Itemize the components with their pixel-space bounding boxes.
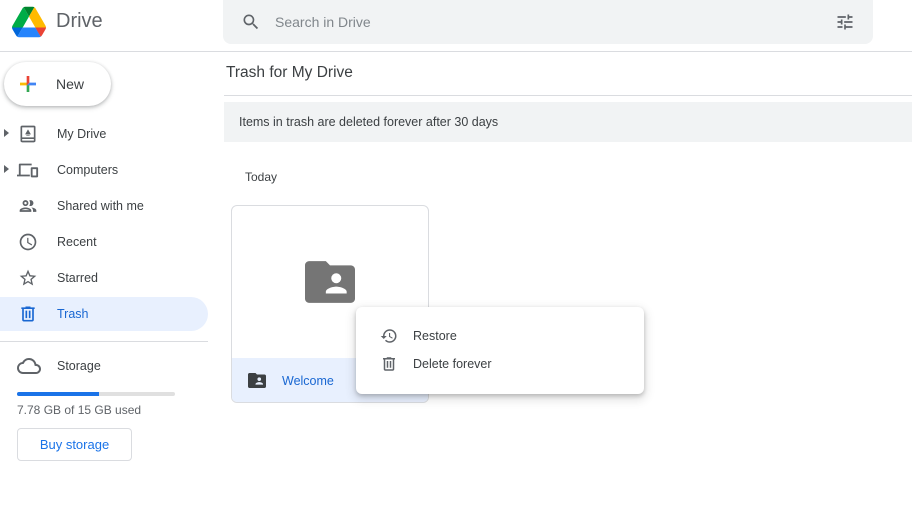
- people-icon: [19, 200, 37, 212]
- context-menu: Restore Delete forever: [356, 307, 644, 394]
- search-bar: [223, 0, 873, 44]
- star-icon: [19, 269, 37, 286]
- expand-caret-icon[interactable]: [4, 165, 9, 173]
- sidebar-item-computers[interactable]: Computers: [0, 153, 208, 187]
- file-name: Welcome: [282, 374, 334, 388]
- section-label-today: Today: [245, 170, 278, 184]
- storage-usage-bar: [17, 392, 175, 396]
- sidebar-item-label: My Drive: [57, 127, 107, 141]
- sidebar-item-recent[interactable]: Recent: [0, 225, 208, 259]
- sidebar-item-starred[interactable]: Starred: [0, 261, 208, 295]
- page-title[interactable]: Trash for My Drive: [226, 64, 353, 82]
- sidebar-divider: [0, 341, 208, 342]
- storage-usage-fill: [17, 392, 99, 396]
- header: Drive: [0, 0, 912, 52]
- shared-folder-icon: [305, 261, 355, 303]
- trash-info-banner: Items in trash are deleted forever after…: [224, 102, 912, 142]
- brand-name: Drive: [56, 10, 103, 32]
- search-input[interactable]: [275, 0, 815, 44]
- clock-icon: [19, 233, 37, 251]
- my-drive-icon: [20, 125, 36, 143]
- search-icon[interactable]: [241, 12, 261, 32]
- shared-folder-icon: [248, 373, 266, 388]
- restore-icon: [380, 329, 397, 343]
- tune-icon[interactable]: [835, 12, 855, 32]
- sidebar-item-label: Computers: [57, 163, 119, 177]
- new-button[interactable]: New: [4, 62, 111, 106]
- menu-item-label: Restore: [413, 329, 457, 343]
- computers-icon: [17, 163, 39, 178]
- storage-usage-text: 7.78 GB of 15 GB used: [17, 403, 142, 417]
- sidebar-item-label: Starred: [57, 271, 98, 285]
- sidebar-item-label: Recent: [57, 235, 97, 249]
- plus-icon: [20, 76, 36, 92]
- sidebar-item-shared-with-me[interactable]: Shared with me: [0, 189, 208, 223]
- trash-icon: [383, 357, 395, 371]
- banner-text: Items in trash are deleted forever after…: [239, 115, 499, 129]
- sidebar-item-my-drive[interactable]: My Drive: [0, 117, 208, 151]
- cloud-icon: [17, 358, 41, 374]
- drive-logo-icon[interactable]: [12, 6, 46, 38]
- expand-caret-icon[interactable]: [4, 129, 9, 137]
- trash-icon: [21, 306, 35, 322]
- menu-item-label: Delete forever: [413, 357, 492, 371]
- menu-item-delete-forever[interactable]: Delete forever: [356, 349, 644, 377]
- buy-storage-button[interactable]: Buy storage: [17, 428, 132, 461]
- drive-app: Drive New My Drive: [0, 0, 912, 511]
- storage-label[interactable]: Storage: [57, 359, 101, 373]
- new-button-label: New: [56, 76, 85, 92]
- main-divider: [224, 95, 912, 96]
- menu-item-restore[interactable]: Restore: [356, 321, 644, 349]
- sidebar-item-label: Shared with me: [57, 199, 144, 213]
- sidebar-item-trash[interactable]: Trash: [0, 297, 208, 331]
- sidebar-item-label: Trash: [57, 307, 89, 321]
